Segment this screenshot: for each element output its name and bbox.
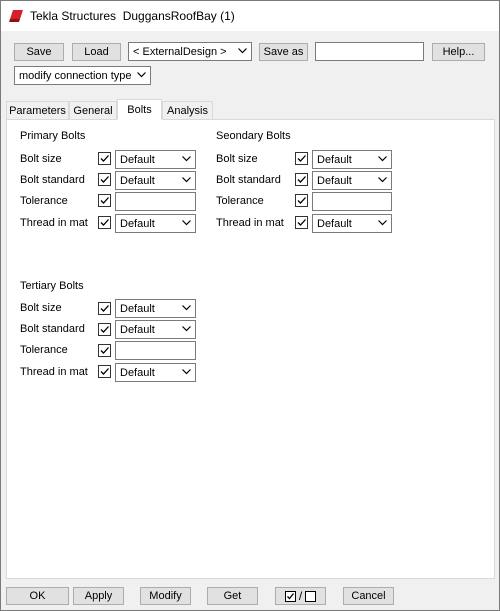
secondary-tolerance-checkbox[interactable] <box>295 194 308 207</box>
save-as-button[interactable]: Save as <box>259 43 308 61</box>
tertiary-tolerance-input[interactable] <box>115 341 196 360</box>
footer-bar: OK Apply Modify Get / Cancel <box>1 583 499 611</box>
secondary-bolt-standard-checkbox[interactable] <box>295 173 308 186</box>
checkmark-icon <box>100 326 109 333</box>
help-button[interactable]: Help... <box>432 43 485 61</box>
tertiary-bolt-standard-value: Default <box>120 323 155 336</box>
chevron-down-icon <box>182 156 191 162</box>
primary-bolt-standard-dropdown[interactable]: Default <box>115 171 196 190</box>
checkmark-icon <box>297 155 306 162</box>
ok-button[interactable]: OK <box>6 587 69 605</box>
checkmark-icon <box>100 305 109 312</box>
secondary-thread-in-mat-dropdown[interactable]: Default <box>312 214 392 233</box>
primary-thread-in-mat-checkbox[interactable] <box>98 216 111 229</box>
primary-tolerance-input[interactable] <box>115 192 196 211</box>
tekla-logo-icon <box>9 10 23 22</box>
chevron-down-icon <box>182 326 191 332</box>
chevron-down-icon <box>378 156 387 162</box>
tertiary-thread-in-mat-dropdown[interactable]: Default <box>115 363 196 382</box>
tab-general[interactable]: General <box>69 101 117 119</box>
tertiary-bolt-size-value: Default <box>120 302 155 315</box>
chevron-down-icon <box>238 48 247 54</box>
secondary-tolerance-label: Tolerance <box>216 195 264 207</box>
checkmark-icon <box>100 368 109 375</box>
primary-tolerance-checkbox[interactable] <box>98 194 111 207</box>
uncheck-all-icon <box>305 590 317 602</box>
modify-button[interactable]: Modify <box>140 587 191 605</box>
chevron-down-icon <box>137 72 146 78</box>
tab-analysis[interactable]: Analysis <box>162 101 213 119</box>
save-as-name-input[interactable] <box>315 42 424 61</box>
tertiary-bolt-size-checkbox[interactable] <box>98 302 111 315</box>
cancel-button[interactable]: Cancel <box>343 587 394 605</box>
checkmark-icon <box>100 347 109 354</box>
primary-thread-in-mat-label: Thread in mat <box>20 217 88 229</box>
checkmark-icon <box>297 176 306 183</box>
chevron-down-icon <box>378 220 387 226</box>
tertiary-bolt-size-dropdown[interactable]: Default <box>115 299 196 318</box>
tab-parameters[interactable]: Parameters <box>6 101 69 119</box>
primary-bolts-title: Primary Bolts <box>20 130 86 142</box>
tertiary-bolts-title: Tertiary Bolts <box>20 280 84 292</box>
primary-bolt-size-checkbox[interactable] <box>98 152 111 165</box>
tertiary-bolt-size-label: Bolt size <box>20 302 62 314</box>
tertiary-bolt-standard-checkbox[interactable] <box>98 323 111 336</box>
check-all-icon <box>284 590 296 602</box>
get-button[interactable]: Get <box>207 587 258 605</box>
checkmark-icon <box>297 219 306 226</box>
tertiary-tolerance-checkbox[interactable] <box>98 344 111 357</box>
secondary-bolt-standard-dropdown[interactable]: Default <box>312 171 392 190</box>
primary-bolt-standard-label: Bolt standard <box>20 174 85 186</box>
preset-dropdown[interactable]: < ExternalDesign > <box>128 42 252 61</box>
mode-value: modify connection type <box>19 69 132 82</box>
tertiary-thread-in-mat-label: Thread in mat <box>20 366 88 378</box>
primary-thread-in-mat-dropdown[interactable]: Default <box>115 214 196 233</box>
secondary-bolt-standard-label: Bolt standard <box>216 174 281 186</box>
chevron-down-icon <box>182 177 191 183</box>
secondary-bolt-size-checkbox[interactable] <box>295 152 308 165</box>
tab-bolts[interactable]: Bolts <box>117 99 162 120</box>
chevron-down-icon <box>182 305 191 311</box>
secondary-thread-in-mat-value: Default <box>317 217 352 230</box>
primary-bolt-standard-checkbox[interactable] <box>98 173 111 186</box>
mode-dropdown[interactable]: modify connection type <box>14 66 151 85</box>
secondary-thread-in-mat-checkbox[interactable] <box>295 216 308 229</box>
secondary-bolt-size-value: Default <box>317 153 352 166</box>
primary-bolt-size-value: Default <box>120 153 155 166</box>
primary-tolerance-label: Tolerance <box>20 195 68 207</box>
primary-bolt-size-label: Bolt size <box>20 153 62 165</box>
primary-bolt-size-dropdown[interactable]: Default <box>115 150 196 169</box>
tertiary-thread-in-mat-checkbox[interactable] <box>98 365 111 378</box>
window-title: Tekla Structures DuggansRoofBay (1) <box>30 9 235 23</box>
checkmark-icon <box>100 219 109 226</box>
checkmark-icon <box>100 176 109 183</box>
save-button[interactable]: Save <box>14 43 64 61</box>
secondary-tolerance-input[interactable] <box>312 192 392 211</box>
chevron-down-icon <box>182 369 191 375</box>
toggle-all-button[interactable]: / <box>275 587 326 605</box>
secondary-thread-in-mat-label: Thread in mat <box>216 217 284 229</box>
title-bar: Tekla Structures DuggansRoofBay (1) <box>1 1 499 31</box>
secondary-bolts-title: Seondary Bolts <box>216 130 291 142</box>
tertiary-tolerance-label: Tolerance <box>20 344 68 356</box>
tertiary-bolt-standard-dropdown[interactable]: Default <box>115 320 196 339</box>
chevron-down-icon <box>378 177 387 183</box>
secondary-bolt-size-label: Bolt size <box>216 153 258 165</box>
secondary-bolt-size-dropdown[interactable]: Default <box>312 150 392 169</box>
preset-value: < ExternalDesign > <box>133 45 227 58</box>
secondary-bolt-standard-value: Default <box>317 174 352 187</box>
tertiary-bolt-standard-label: Bolt standard <box>20 323 85 335</box>
primary-thread-in-mat-value: Default <box>120 217 155 230</box>
dialog-window: Tekla Structures DuggansRoofBay (1) Save… <box>0 0 500 611</box>
load-button[interactable]: Load <box>72 43 121 61</box>
chevron-down-icon <box>182 220 191 226</box>
toggle-separator: / <box>298 589 303 603</box>
checkmark-icon <box>100 155 109 162</box>
checkmark-icon <box>297 197 306 204</box>
apply-button[interactable]: Apply <box>73 587 124 605</box>
checkmark-icon <box>100 197 109 204</box>
bolts-panel: Primary Bolts Bolt size Default Bolt sta… <box>6 119 495 579</box>
primary-bolt-standard-value: Default <box>120 174 155 187</box>
tertiary-thread-in-mat-value: Default <box>120 366 155 379</box>
